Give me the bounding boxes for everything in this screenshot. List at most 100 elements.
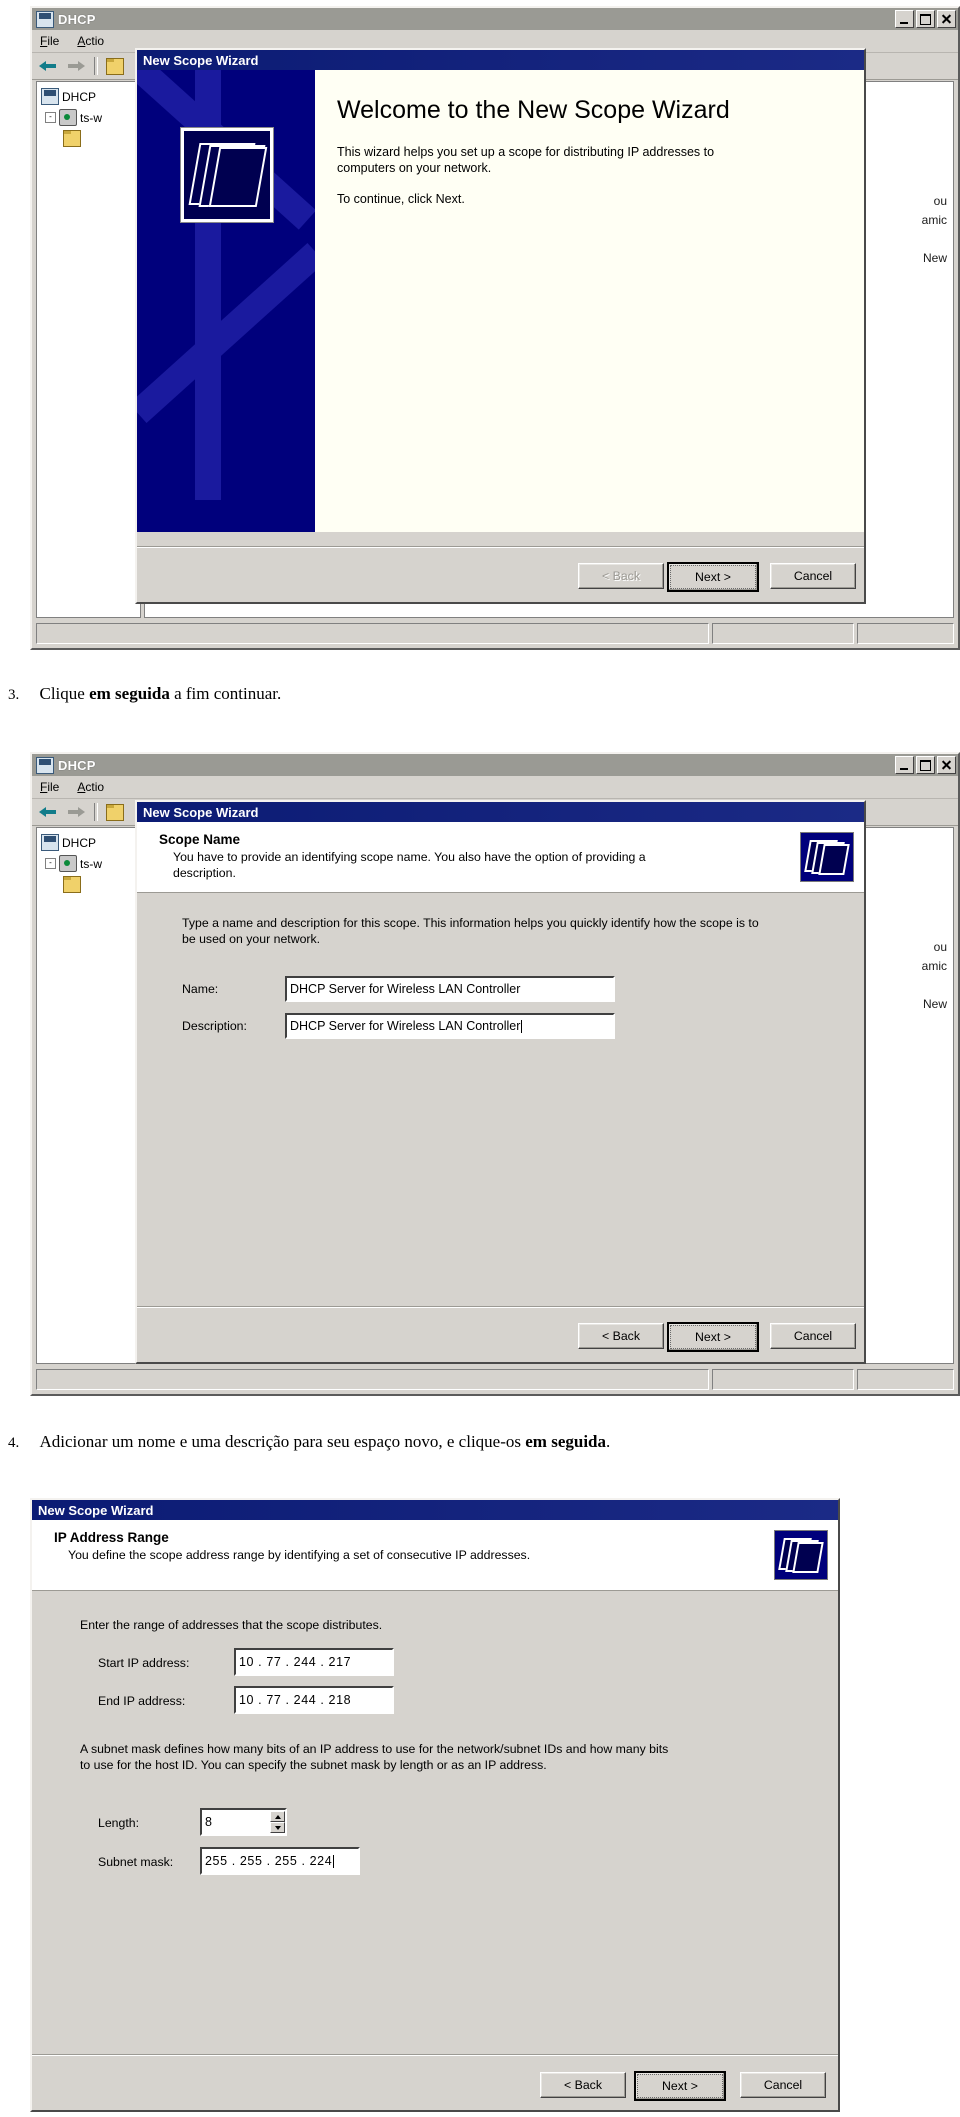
length-label: Length: — [98, 1816, 139, 1830]
console-tree-pane[interactable]: DHCP - ts-w — [36, 827, 141, 1364]
tree-item-server[interactable]: - ts-w — [41, 109, 136, 126]
tree-item-server[interactable]: - ts-w — [41, 855, 136, 872]
minimize-button[interactable] — [895, 10, 914, 28]
tree-item-scope[interactable] — [41, 876, 136, 893]
server-icon — [59, 109, 77, 126]
subnet-mask-input[interactable]: 255 . 255 . 255 . 224 — [200, 1847, 360, 1875]
wizard-body: Type a name and description for this sco… — [137, 894, 864, 1308]
back-arrow-icon[interactable] — [38, 58, 58, 74]
wizard-title-bar[interactable]: New Scope Wizard — [32, 1500, 838, 1520]
tree-item-label: ts-w — [80, 856, 102, 871]
wizard-title: New Scope Wizard — [143, 804, 259, 820]
wizard-paragraph-2: To continue, click Next. — [337, 191, 465, 206]
console-title: DHCP — [58, 757, 96, 773]
wizard-button-bar: < Back Next > Cancel — [137, 546, 864, 602]
scope-name-intro: Type a name and description for this sco… — [182, 916, 759, 946]
start-ip-label: Start IP address: — [98, 1656, 189, 1670]
window-controls[interactable] — [895, 756, 956, 774]
end-ip-label-text: End IP address: — [98, 1694, 186, 1708]
new-scope-wizard-scope-name[interactable]: New Scope Wizard Scope Name You have to … — [135, 800, 866, 1364]
step-text-after: . — [606, 1432, 611, 1451]
cancel-button[interactable]: Cancel — [770, 1323, 856, 1349]
step-text-bold: em seguida — [89, 684, 170, 703]
console-title-bar[interactable]: DHCP — [32, 8, 958, 30]
stepper-up-icon[interactable] — [270, 1811, 285, 1822]
console-menu-bar[interactable]: File Actio — [32, 776, 958, 799]
name-input-value: DHCP Server for Wireless LAN Controller — [290, 982, 521, 996]
wizard-title-bar[interactable]: New Scope Wizard — [137, 802, 864, 822]
stepper-down-icon[interactable] — [270, 1822, 285, 1833]
wizard-paragraph-1: This wizard helps you set up a scope for… — [337, 145, 715, 176]
next-button[interactable]: Next > — [667, 1322, 759, 1352]
close-icon[interactable] — [937, 10, 956, 28]
menu-item-action[interactable]: Actio — [77, 34, 104, 48]
wizard-welcome-text: Welcome to the New Scope Wizard This wiz… — [315, 70, 864, 532]
back-button[interactable]: < Back — [540, 2072, 626, 2098]
list-fragment: New — [922, 251, 947, 265]
subnet-mask-intro: A subnet mask defines how many bits of a… — [80, 1742, 669, 1772]
step-text-before: Clique — [39, 684, 90, 703]
wizard-title-bar[interactable]: New Scope Wizard — [137, 50, 864, 70]
back-button: < Back — [578, 563, 664, 589]
tree-item-dhcp[interactable]: DHCP — [41, 88, 136, 105]
wizard-button-bar: < Back Next > Cancel — [137, 1306, 864, 1362]
status-pane — [712, 623, 854, 644]
wizard-header: IP Address Range You define the scope ad… — [32, 1520, 838, 1591]
cancel-button[interactable]: Cancel — [740, 2072, 826, 2098]
list-fragment: amic — [921, 959, 947, 973]
back-arrow-icon[interactable] — [38, 804, 58, 820]
description-input-value: DHCP Server for Wireless LAN Controller — [290, 1019, 521, 1033]
subnet-mask-value: 255 . 255 . 255 . 224 — [205, 1854, 333, 1868]
tree-item-label: DHCP — [62, 89, 97, 104]
folder-icon — [63, 876, 81, 893]
tree-item-scope[interactable] — [41, 130, 136, 147]
length-input[interactable]: 8 — [200, 1808, 287, 1836]
wizard-heading: IP Address Range — [54, 1530, 169, 1545]
description-input[interactable]: DHCP Server for Wireless LAN Controller — [285, 1013, 615, 1039]
status-pane — [857, 623, 954, 644]
status-pane — [36, 623, 709, 644]
wizard-title: New Scope Wizard — [38, 1502, 154, 1518]
expander-icon[interactable]: - — [45, 112, 56, 123]
tree-item-label: ts-w — [80, 110, 102, 125]
instruction-step-3: 3. Clique em seguida a fim continuar. — [8, 684, 281, 704]
menu-item-file[interactable]: File — [40, 34, 59, 48]
new-scope-wizard-welcome[interactable]: New Scope Wizard Welcome to the New Scop… — [135, 48, 866, 604]
wizard-heading: Scope Name — [159, 832, 241, 847]
menu-item-action[interactable]: Actio — [77, 780, 104, 794]
cancel-button[interactable]: Cancel — [770, 563, 856, 589]
up-folder-icon[interactable] — [106, 803, 124, 821]
name-input[interactable]: DHCP Server for Wireless LAN Controller — [285, 976, 615, 1002]
list-fragment: New — [922, 997, 947, 1011]
maximize-button[interactable] — [916, 756, 935, 774]
next-button[interactable]: Next > — [667, 562, 759, 592]
name-label-text: Name: — [182, 982, 219, 996]
end-ip-input[interactable]: 10 . 77 . 244 . 218 — [234, 1686, 394, 1714]
back-button[interactable]: < Back — [578, 1323, 664, 1349]
server-icon — [59, 855, 77, 872]
console-title-bar[interactable]: DHCP — [32, 754, 958, 776]
scope-folder-icon — [774, 1530, 828, 1580]
tree-item-label: DHCP — [62, 835, 97, 850]
start-ip-input[interactable]: 10 . 77 . 244 . 217 — [234, 1648, 394, 1676]
range-intro-text: Enter the range of addresses that the sc… — [80, 1618, 383, 1632]
list-fragment: amic — [921, 213, 947, 227]
console-tree-pane[interactable]: DHCP - ts-w — [36, 81, 141, 618]
close-icon[interactable] — [937, 756, 956, 774]
expander-icon[interactable]: - — [45, 858, 56, 869]
menu-item-file[interactable]: File — [40, 780, 59, 794]
next-button[interactable]: Next > — [634, 2071, 726, 2101]
new-scope-wizard-ip-range[interactable]: New Scope Wizard IP Address Range You de… — [30, 1498, 840, 2112]
length-stepper[interactable] — [270, 1811, 285, 1833]
up-folder-icon[interactable] — [106, 57, 124, 75]
dhcp-icon — [41, 88, 59, 105]
description-label-text: Description: — [182, 1019, 247, 1033]
forward-arrow-icon[interactable] — [66, 804, 86, 820]
maximize-button[interactable] — [916, 10, 935, 28]
next-button-label: Next > — [637, 2074, 723, 2098]
tree-item-dhcp[interactable]: DHCP — [41, 834, 136, 851]
wizard-button-bar: < Back Next > Cancel — [32, 2054, 838, 2110]
window-controls[interactable] — [895, 10, 956, 28]
forward-arrow-icon[interactable] — [66, 58, 86, 74]
minimize-button[interactable] — [895, 756, 914, 774]
